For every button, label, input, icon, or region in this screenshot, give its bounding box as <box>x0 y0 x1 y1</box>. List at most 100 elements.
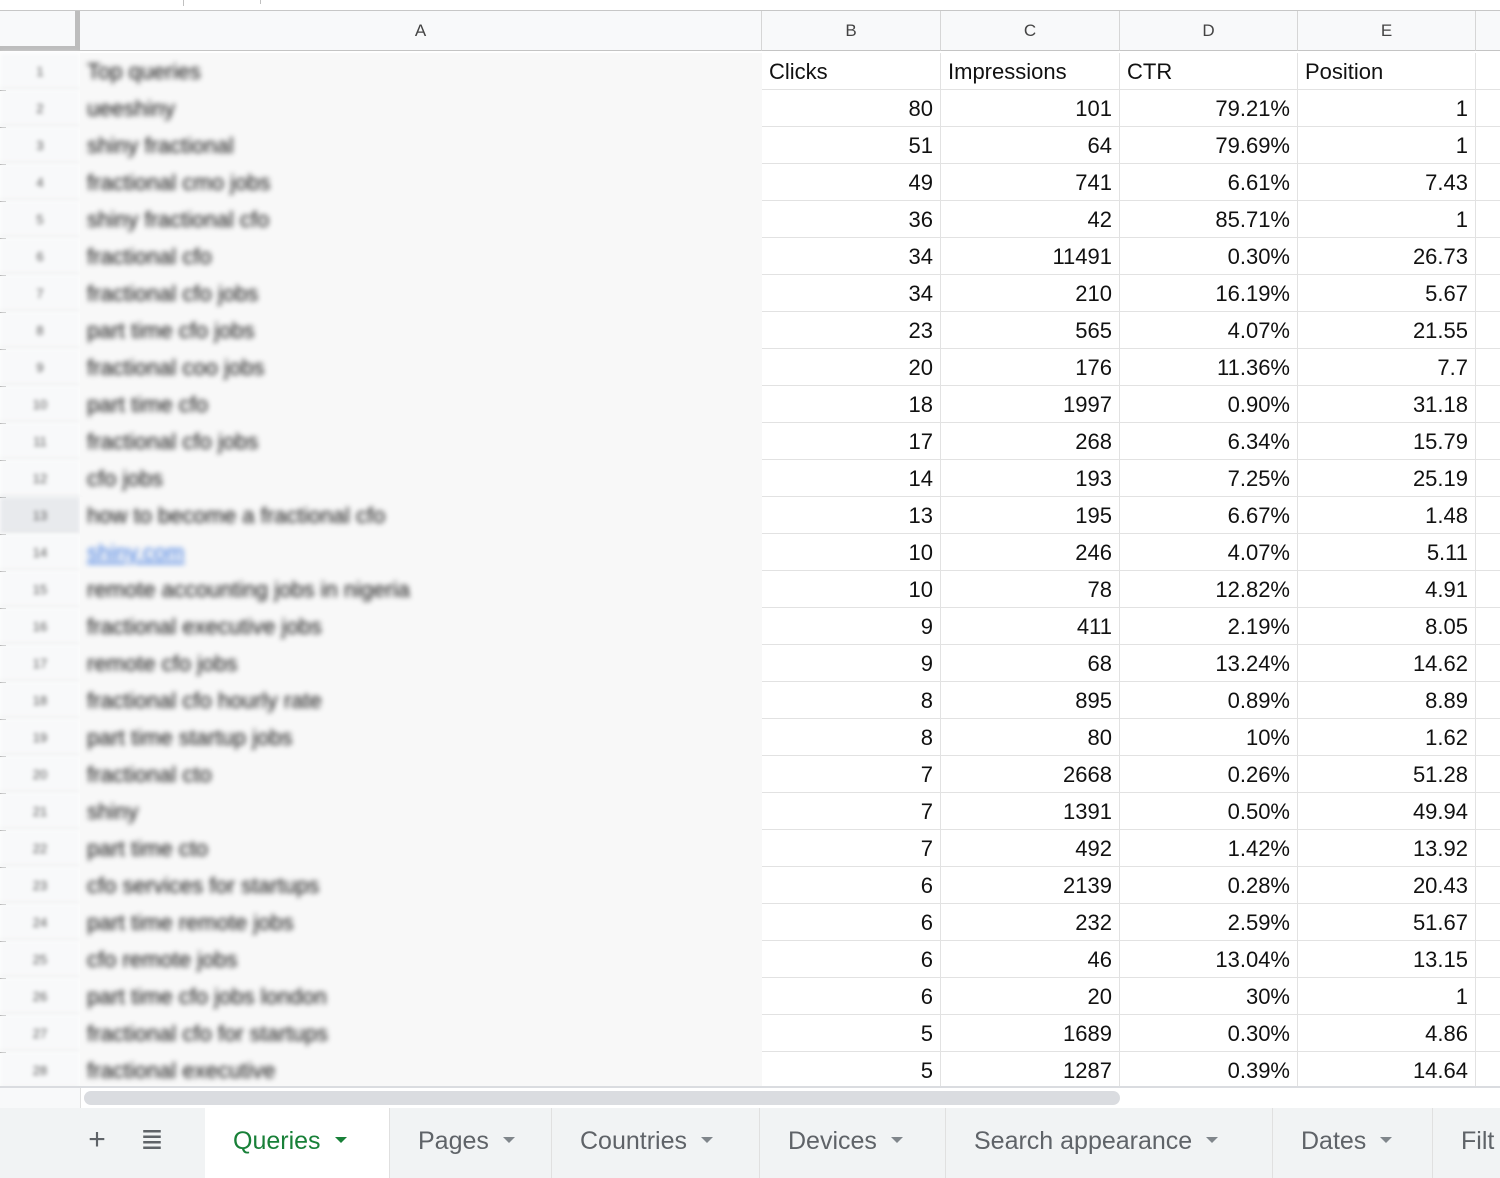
cell-ctr[interactable]: 13.24% <box>1120 645 1298 682</box>
cell-clicks[interactable]: 6 <box>762 867 941 904</box>
cell-query[interactable]: fractional cfo jobs <box>80 275 762 312</box>
column-header-d[interactable]: D <box>1120 11 1298 51</box>
column-header-e[interactable]: E <box>1298 11 1476 51</box>
cell-clicks[interactable]: 8 <box>762 719 941 756</box>
row-number[interactable]: 5 <box>0 201 80 238</box>
cell-impressions[interactable]: 2668 <box>941 756 1120 793</box>
cell-query[interactable]: cfo services for startups <box>80 867 762 904</box>
cell-f[interactable] <box>1476 497 1500 534</box>
cell-d1[interactable]: CTR <box>1120 53 1298 90</box>
cell-ctr[interactable]: 12.82% <box>1120 571 1298 608</box>
cell-query[interactable]: shiny fractional cfo <box>80 201 762 238</box>
row-number[interactable]: 17 <box>0 645 80 682</box>
cell-a1[interactable]: Top queries <box>80 53 762 90</box>
cell-f[interactable] <box>1476 164 1500 201</box>
cell-clicks[interactable]: 49 <box>762 164 941 201</box>
cell-clicks[interactable]: 51 <box>762 127 941 164</box>
cell-f[interactable] <box>1476 534 1500 571</box>
row-number[interactable]: 26 <box>0 978 80 1015</box>
cell-impressions[interactable]: 68 <box>941 645 1120 682</box>
cell-impressions[interactable]: 895 <box>941 682 1120 719</box>
horizontal-scrollbar-thumb[interactable] <box>84 1091 1120 1105</box>
cell-f[interactable] <box>1476 201 1500 238</box>
cell-position[interactable]: 1 <box>1298 127 1476 164</box>
cell-query[interactable]: part time cfo jobs london <box>80 978 762 1015</box>
sheet-tab-queries[interactable]: Queries <box>205 1108 390 1178</box>
cell-query[interactable]: fractional cfo jobs <box>80 423 762 460</box>
cell-position[interactable]: 8.89 <box>1298 682 1476 719</box>
row-number[interactable]: 12 <box>0 460 80 497</box>
cell-position[interactable]: 1 <box>1298 978 1476 1015</box>
sheet-tab-pages[interactable]: Pages <box>390 1108 552 1178</box>
cell-e1[interactable]: Position <box>1298 53 1476 90</box>
cell-ctr[interactable]: 85.71% <box>1120 201 1298 238</box>
cell-impressions[interactable]: 11491 <box>941 238 1120 275</box>
cell-position[interactable]: 25.19 <box>1298 460 1476 497</box>
cell-impressions[interactable]: 78 <box>941 571 1120 608</box>
cell-clicks[interactable]: 7 <box>762 793 941 830</box>
row-number[interactable]: 6 <box>0 238 80 275</box>
cell-clicks[interactable]: 6 <box>762 941 941 978</box>
cell-position[interactable]: 31.18 <box>1298 386 1476 423</box>
cell-f[interactable] <box>1476 793 1500 830</box>
cell-impressions[interactable]: 741 <box>941 164 1120 201</box>
cell-query[interactable]: shiny.com <box>80 534 762 571</box>
cell-impressions[interactable]: 1391 <box>941 793 1120 830</box>
cell-position[interactable]: 4.86 <box>1298 1015 1476 1052</box>
cell-impressions[interactable]: 80 <box>941 719 1120 756</box>
cell-query[interactable]: fractional executive <box>80 1052 762 1089</box>
row-number[interactable]: 16 <box>0 608 80 645</box>
cell-clicks[interactable]: 7 <box>762 756 941 793</box>
select-all-corner[interactable] <box>0 11 80 51</box>
cell-f[interactable] <box>1476 904 1500 941</box>
cell-ctr[interactable]: 0.28% <box>1120 867 1298 904</box>
cell-ctr[interactable]: 2.19% <box>1120 608 1298 645</box>
row-number[interactable]: 27 <box>0 1015 80 1052</box>
cell-query[interactable]: fractional cfo for startups <box>80 1015 762 1052</box>
cell-clicks[interactable]: 34 <box>762 275 941 312</box>
cell-position[interactable]: 51.67 <box>1298 904 1476 941</box>
cell-ctr[interactable]: 7.25% <box>1120 460 1298 497</box>
sheet-tab-countries[interactable]: Countries <box>552 1108 760 1178</box>
cell-b1[interactable]: Clicks <box>762 53 941 90</box>
cell-ctr[interactable]: 79.69% <box>1120 127 1298 164</box>
column-header-b[interactable]: B <box>762 11 941 51</box>
row-number[interactable]: 19 <box>0 719 80 756</box>
cell-position[interactable]: 14.64 <box>1298 1052 1476 1089</box>
cell-position[interactable]: 49.94 <box>1298 793 1476 830</box>
cell-query[interactable]: fractional cto <box>80 756 762 793</box>
cell-position[interactable]: 14.62 <box>1298 645 1476 682</box>
cell-clicks[interactable]: 23 <box>762 312 941 349</box>
cell-ctr[interactable]: 0.30% <box>1120 238 1298 275</box>
cell-ctr[interactable]: 0.89% <box>1120 682 1298 719</box>
cell-impressions[interactable]: 411 <box>941 608 1120 645</box>
cell-impressions[interactable]: 20 <box>941 978 1120 1015</box>
cell-query[interactable]: ueeshiny <box>80 90 762 127</box>
cell-position[interactable]: 4.91 <box>1298 571 1476 608</box>
cell-position[interactable]: 26.73 <box>1298 238 1476 275</box>
cell-position[interactable]: 1.48 <box>1298 497 1476 534</box>
row-number[interactable]: 3 <box>0 127 80 164</box>
cell-impressions[interactable]: 268 <box>941 423 1120 460</box>
cell-ctr[interactable]: 6.34% <box>1120 423 1298 460</box>
cell-link[interactable]: shiny.com <box>87 540 184 565</box>
cell-ctr[interactable]: 1.42% <box>1120 830 1298 867</box>
row-number[interactable]: 14 <box>0 534 80 571</box>
tab-dropdown-caret-icon[interactable] <box>701 1137 713 1144</box>
cell-clicks[interactable]: 5 <box>762 1015 941 1052</box>
cell-clicks[interactable]: 36 <box>762 201 941 238</box>
cell-impressions[interactable]: 1689 <box>941 1015 1120 1052</box>
cell-f[interactable] <box>1476 830 1500 867</box>
cell-ctr[interactable]: 16.19% <box>1120 275 1298 312</box>
tab-dropdown-caret-icon[interactable] <box>502 1137 515 1144</box>
cell-clicks[interactable]: 13 <box>762 497 941 534</box>
row-number[interactable]: 13 <box>0 497 80 534</box>
cell-ctr[interactable]: 4.07% <box>1120 312 1298 349</box>
row-number[interactable]: 10 <box>0 386 80 423</box>
cell-clicks[interactable]: 9 <box>762 608 941 645</box>
cell-query[interactable]: fractional coo jobs <box>80 349 762 386</box>
cell-position[interactable]: 7.43 <box>1298 164 1476 201</box>
cell-f[interactable] <box>1476 386 1500 423</box>
cell-f[interactable] <box>1476 867 1500 904</box>
cell-clicks[interactable]: 9 <box>762 645 941 682</box>
